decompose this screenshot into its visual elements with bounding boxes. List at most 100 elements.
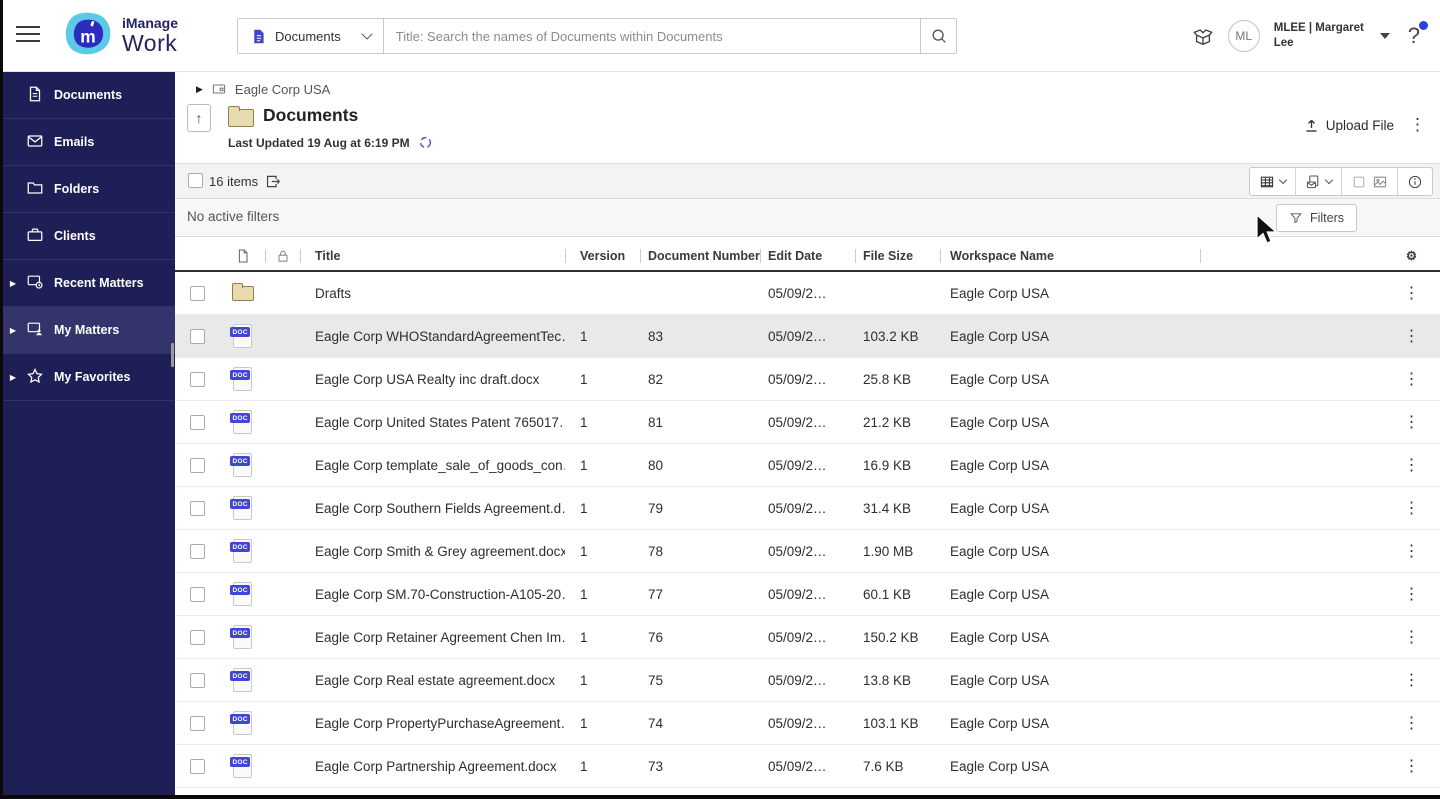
table-row[interactable]: DOC Eagle Corp Real estate agreement.doc… <box>175 659 1440 702</box>
refresh-icon[interactable] <box>418 135 433 150</box>
document-title[interactable]: Drafts <box>300 286 565 301</box>
search-scope-dropdown[interactable]: Documents <box>238 19 384 53</box>
document-title[interactable]: Eagle Corp template_sale_of_goods_con… <box>300 458 565 473</box>
row-checkbox[interactable] <box>190 329 205 344</box>
sidebar-item-folders[interactable]: Folders <box>0 166 175 213</box>
sidebar-item-my-favorites[interactable]: ▶ My Favorites <box>0 354 175 401</box>
row-checkbox[interactable] <box>190 286 205 301</box>
breadcrumb[interactable]: ▶ Eagle Corp USA <box>196 81 330 97</box>
document-title[interactable]: Eagle Corp PropertyPurchaseAgreement… <box>300 716 565 731</box>
search-button[interactable] <box>920 19 956 53</box>
row-menu-button[interactable]: ⋮ <box>1383 369 1440 389</box>
table-row[interactable]: DOC Eagle Corp template_sale_of_goods_co… <box>175 444 1440 487</box>
upload-file-button[interactable]: Upload File <box>1303 117 1394 134</box>
column-header-title[interactable]: Title <box>300 241 565 270</box>
expand-arrow-icon[interactable]: ▶ <box>0 326 26 335</box>
column-header-file-size[interactable]: File Size <box>855 241 940 270</box>
checkbox-icon <box>1351 174 1367 190</box>
row-menu-button[interactable]: ⋮ <box>1383 756 1440 776</box>
column-header-edit-date[interactable]: Edit Date <box>760 241 855 270</box>
table-row[interactable]: DOC Eagle Corp USA Realty inc draft.docx… <box>175 358 1440 401</box>
filters-button[interactable]: Filters <box>1276 204 1357 232</box>
row-menu-button[interactable]: ⋮ <box>1383 670 1440 690</box>
sidebar-item-my-matters[interactable]: ▶ My Matters <box>0 307 175 354</box>
document-column-icon <box>235 248 251 264</box>
document-title[interactable]: Eagle Corp Retainer Agreement Chen Im… <box>300 630 565 645</box>
table-row[interactable]: DOC Eagle Corp United States Patent 7650… <box>175 401 1440 444</box>
table-row[interactable]: DOC Eagle Corp Southern Fields Agreement… <box>175 487 1440 530</box>
help-button[interactable]: ? <box>1404 23 1428 49</box>
expand-arrow-icon[interactable]: ▶ <box>0 373 26 382</box>
column-header-version[interactable]: Version <box>565 241 640 270</box>
document-title[interactable]: Eagle Corp SM.70-Construction-A105-20… <box>300 587 565 602</box>
row-checkbox[interactable] <box>190 372 205 387</box>
row-menu-button[interactable]: ⋮ <box>1383 283 1440 303</box>
document-version: 1 <box>565 716 640 731</box>
file-size: 13.8 KB <box>855 673 940 688</box>
row-menu-button[interactable]: ⋮ <box>1383 713 1440 733</box>
row-checkbox[interactable] <box>190 716 205 731</box>
sidebar-item-documents[interactable]: Documents <box>0 72 175 119</box>
breadcrumb-expand-icon[interactable]: ▶ <box>196 84 203 95</box>
user-menu-caret-icon[interactable] <box>1380 33 1390 39</box>
lock-column-icon[interactable] <box>265 241 300 270</box>
document-title[interactable]: Eagle Corp United States Patent 765017… <box>300 415 565 430</box>
row-menu-button[interactable]: ⋮ <box>1383 412 1440 432</box>
select-all-checkbox[interactable] <box>188 173 203 188</box>
document-title[interactable]: Eagle Corp Real estate agreement.docx <box>300 673 565 688</box>
sidebar-resize-handle[interactable] <box>171 343 174 367</box>
preview-toggle-group[interactable] <box>1341 168 1397 195</box>
column-header-document-number[interactable]: Document Number <box>640 241 760 270</box>
table-row[interactable]: DOC Eagle Corp Retainer Agreement Chen I… <box>175 616 1440 659</box>
document-number: 77 <box>640 587 760 602</box>
file-type-column-icon[interactable] <box>220 241 265 270</box>
document-title[interactable]: Eagle Corp WHOStandardAgreementTec… <box>300 329 565 344</box>
row-checkbox[interactable] <box>190 673 205 688</box>
row-menu-button[interactable]: ⋮ <box>1383 498 1440 518</box>
expand-arrow-icon[interactable]: ▶ <box>0 279 26 288</box>
row-menu-button[interactable]: ⋮ <box>1383 584 1440 604</box>
column-settings-button[interactable]: ⚙ <box>1383 241 1440 270</box>
export-button[interactable] <box>265 173 282 195</box>
table-row[interactable]: Drafts 05/09/2… Eagle Corp USA ⋮ <box>175 272 1440 315</box>
document-title[interactable]: Eagle Corp Southern Fields Agreement.d… <box>300 501 565 516</box>
sidebar-item-emails[interactable]: Emails <box>0 119 175 166</box>
row-checkbox[interactable] <box>190 587 205 602</box>
sidebar: Documents Emails Folders Clients ▶ Recen… <box>0 72 175 799</box>
search-input[interactable] <box>384 19 920 53</box>
table-view-button[interactable] <box>1250 168 1295 195</box>
row-checkbox[interactable] <box>190 415 205 430</box>
go-up-button[interactable]: ↑ <box>187 104 211 132</box>
row-menu-button[interactable]: ⋮ <box>1383 455 1440 475</box>
sidebar-item-recent-matters[interactable]: ▶ Recent Matters <box>0 260 175 307</box>
page-menu-button[interactable]: ⋮ <box>1409 116 1426 135</box>
whats-new-button[interactable] <box>1192 25 1214 47</box>
sidebar-item-clients[interactable]: Clients <box>0 213 175 260</box>
hamburger-menu-icon[interactable] <box>16 26 40 44</box>
row-checkbox[interactable] <box>190 544 205 559</box>
share-options-button[interactable] <box>1295 168 1341 195</box>
user-avatar[interactable]: ML <box>1228 20 1260 52</box>
table-row[interactable]: DOC Eagle Corp PropertyPurchaseAgreement… <box>175 702 1440 745</box>
info-button[interactable] <box>1397 168 1432 195</box>
breadcrumb-label[interactable]: Eagle Corp USA <box>235 82 330 97</box>
table-row[interactable]: DOC Eagle Corp Partnership Agreement.doc… <box>175 745 1440 788</box>
row-checkbox[interactable] <box>190 630 205 645</box>
row-checkbox[interactable] <box>190 501 205 516</box>
row-menu-button[interactable]: ⋮ <box>1383 541 1440 561</box>
document-title[interactable]: Eagle Corp Smith & Grey agreement.docx <box>300 544 565 559</box>
column-header-workspace-name[interactable]: Workspace Name <box>940 241 1200 270</box>
row-checkbox[interactable] <box>190 458 205 473</box>
row-checkbox[interactable] <box>190 759 205 774</box>
document-title[interactable]: Eagle Corp Partnership Agreement.docx <box>300 759 565 774</box>
workspace-icon <box>211 81 227 97</box>
table-row[interactable]: DOC Eagle Corp WHOStandardAgreementTec… … <box>175 315 1440 358</box>
document-title[interactable]: Eagle Corp USA Realty inc draft.docx <box>300 372 565 387</box>
table-row[interactable]: DOC Eagle Corp SM.70-Construction-A105-2… <box>175 573 1440 616</box>
row-menu-button[interactable]: ⋮ <box>1383 627 1440 647</box>
sidebar-item-label: Documents <box>54 88 122 102</box>
file-size: 150.2 KB <box>855 630 940 645</box>
row-menu-button[interactable]: ⋮ <box>1383 326 1440 346</box>
file-size: 7.6 KB <box>855 759 940 774</box>
table-row[interactable]: DOC Eagle Corp Smith & Grey agreement.do… <box>175 530 1440 573</box>
